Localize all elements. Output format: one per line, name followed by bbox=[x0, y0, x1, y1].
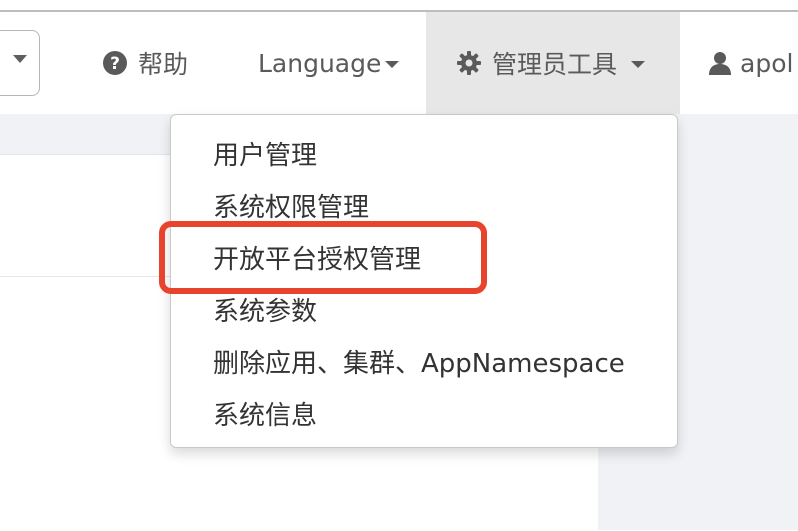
nav-user-label: apol bbox=[740, 48, 794, 78]
nav-help-label: 帮助 bbox=[138, 50, 189, 79]
menu-item-system-info[interactable]: 系统信息 bbox=[213, 393, 317, 433]
menu-item-user-management[interactable]: 用户管理 bbox=[213, 133, 317, 173]
menu-item-open-platform-authorization[interactable]: 开放平台授权管理 bbox=[213, 237, 421, 277]
menu-item-label: 系统参数 bbox=[213, 296, 318, 327]
menu-item-label: 开放平台授权管理 bbox=[213, 244, 422, 275]
menu-item-delete-app-cluster-namespace[interactable]: 删除应用、集群、AppNamespace bbox=[213, 341, 625, 381]
select-dropdown[interactable] bbox=[0, 30, 40, 96]
chevron-down-icon[interactable] bbox=[13, 55, 27, 63]
menu-item-system-parameters[interactable]: 系统参数 bbox=[213, 289, 317, 329]
menu-item-label: 删除应用、集群、AppNamespace bbox=[213, 348, 625, 379]
question-circle-icon: ? bbox=[102, 50, 128, 76]
menu-item-label: 系统权限管理 bbox=[213, 192, 370, 223]
gear-icon bbox=[456, 50, 482, 76]
nav-language[interactable]: Language bbox=[258, 12, 400, 114]
nav-user[interactable]: apol bbox=[708, 12, 793, 114]
menu-item-label: 系统信息 bbox=[213, 400, 318, 431]
top-border bbox=[0, 0, 798, 12]
menu-item-system-permissions[interactable]: 系统权限管理 bbox=[213, 185, 369, 225]
nav-help[interactable]: ? 帮助 bbox=[102, 12, 188, 114]
admin-tools-dropdown-menu: 用户管理 系统权限管理 开放平台授权管理 系统参数 删除应用、集群、AppNam… bbox=[170, 114, 678, 448]
caret-down-icon bbox=[385, 61, 400, 68]
nav-language-label: Language bbox=[258, 48, 382, 78]
user-icon bbox=[708, 50, 732, 76]
menu-item-label: 用户管理 bbox=[213, 140, 318, 171]
nav-admin-tools-label: 管理员工具 bbox=[492, 50, 618, 79]
caret-down-icon bbox=[631, 61, 646, 68]
svg-text:?: ? bbox=[110, 54, 120, 74]
nav-admin-tools[interactable]: 管理员工具 bbox=[426, 12, 680, 114]
